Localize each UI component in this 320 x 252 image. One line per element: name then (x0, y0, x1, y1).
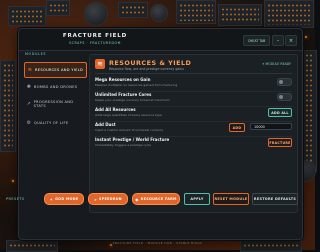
section-title: RESOURCES & YIELD (109, 59, 192, 67)
option-label: Add Dust (95, 122, 116, 127)
building (118, 2, 148, 18)
building (46, 0, 70, 16)
option-label: Unlimited Fracture Cores (95, 92, 152, 97)
building (0, 60, 16, 152)
add-all-button[interactable]: ADD ALL (268, 108, 292, 117)
preset-speedrun-button[interactable]: » SPEEDRUN (88, 193, 128, 205)
tank (84, 2, 108, 26)
preset-label: GOD MODE (55, 197, 79, 201)
restore-defaults-button[interactable]: RESTORE DEFAULTS (252, 193, 298, 205)
close-icon[interactable]: × (285, 35, 297, 46)
option-description: Adds large quantities of every resource … (95, 113, 162, 117)
mega-resources-toggle[interactable] (277, 78, 292, 86)
building (8, 6, 46, 26)
apply-button[interactable]: APPLY (184, 193, 210, 205)
add-dust-button[interactable]: ADD (229, 123, 245, 132)
unlimited-cores-toggle[interactable] (277, 93, 292, 101)
divider (95, 73, 292, 74)
option-row-add-all: Add All Resources Adds large quantities … (95, 107, 292, 122)
coins-icon: ≋ (95, 59, 105, 69)
fast-forward-icon: » (94, 196, 97, 202)
module-status: ✦ MODULE READY (261, 62, 291, 66)
cheat-tab-button[interactable]: CHEAT TAB (243, 35, 270, 46)
chart-icon: ↗ (26, 101, 32, 107)
option-label: Mega Resources on Gain (95, 77, 151, 82)
option-description: Massive multiplier on resources gained f… (95, 83, 178, 87)
section-subtitle: Resource flow, ore and prestige currency… (109, 67, 184, 71)
footer-text: FRACTURE FIELD · MODULE HUB · STABLE BUI… (112, 241, 203, 245)
preset-label: SPEEDRUN (98, 197, 122, 201)
option-row-unlimited: Unlimited Fracture Cores Keeps your pres… (95, 92, 292, 107)
preset-resource-farm-button[interactable]: ◆ RESOURCE FARM (132, 193, 180, 205)
option-description: Inject a custom amount of universal curr… (95, 128, 164, 132)
module-panel: ≋ RESOURCES & YIELD Resource flow, ore a… (89, 54, 298, 213)
sidebar-item-progression[interactable]: ↗ PROGRESSION AND STATS (24, 97, 85, 111)
option-label: Add All Resources (95, 107, 136, 112)
fracture-button[interactable]: FRACTURE (268, 138, 292, 147)
diamond-icon: ◆ (135, 196, 139, 202)
star-icon: ✦ (49, 196, 54, 202)
option-description: Keeps your prestige currency locked at m… (95, 98, 170, 102)
app-subtitle: SCRAPS · FRACTUREDOM (69, 41, 121, 45)
dust-amount-input[interactable]: 10000 (250, 123, 292, 130)
sidebar-item-label: RESOURCES AND YIELD (35, 68, 84, 72)
sidebar-item-quality[interactable]: ⚙ QUALITY OF LIFE (24, 116, 85, 130)
sidebar-item-label: QUALITY OF LIFE (34, 121, 69, 125)
presets-label: PRESETS (6, 197, 25, 201)
option-row-add-dust: Add Dust Inject a custom amount of unive… (95, 122, 292, 137)
ember (12, 180, 14, 182)
coins-icon: ≋ (27, 67, 33, 73)
sidebar-item-bombs[interactable]: ✺ BOMBS AND DRONES (24, 80, 85, 94)
title-bar[interactable]: FRACTURE FIELD SCRAPS · FRACTUREDOM CHEA… (19, 29, 302, 51)
app-title: FRACTURE FIELD (62, 33, 128, 39)
minimize-icon[interactable]: – (272, 35, 284, 46)
sidebar-item-label: PROGRESSION AND STATS (33, 100, 74, 108)
building (218, 4, 262, 26)
cheat-menu-window: FRACTURE FIELD SCRAPS · FRACTUREDOM CHEA… (18, 28, 303, 240)
option-label: Instant Prestige / World Fracture (95, 137, 170, 142)
reset-module-button[interactable]: RESET MODULE (213, 193, 249, 205)
tank (150, 4, 168, 22)
building (264, 0, 314, 28)
sidebar-item-resources[interactable]: ≋ RESOURCES AND YIELD (24, 62, 87, 78)
option-row-mega: Mega Resources on Gain Massive multiplie… (95, 77, 292, 92)
option-description: Immediately triggers a prestige cycle (95, 143, 152, 147)
bomb-icon: ✺ (26, 84, 32, 90)
sidebar-heading: MODULES (25, 52, 47, 56)
preset-label: RESOURCE FARM (140, 197, 177, 201)
preset-god-mode-button[interactable]: ✦ GOD MODE (44, 193, 84, 205)
sidebar-item-label: BOMBS AND DRONES (34, 85, 78, 89)
option-row-instant: Instant Prestige / World Fracture Immedi… (95, 137, 292, 150)
gear-icon: ⚙ (26, 120, 32, 126)
building (302, 50, 317, 172)
building (176, 0, 216, 24)
ember (305, 36, 307, 38)
